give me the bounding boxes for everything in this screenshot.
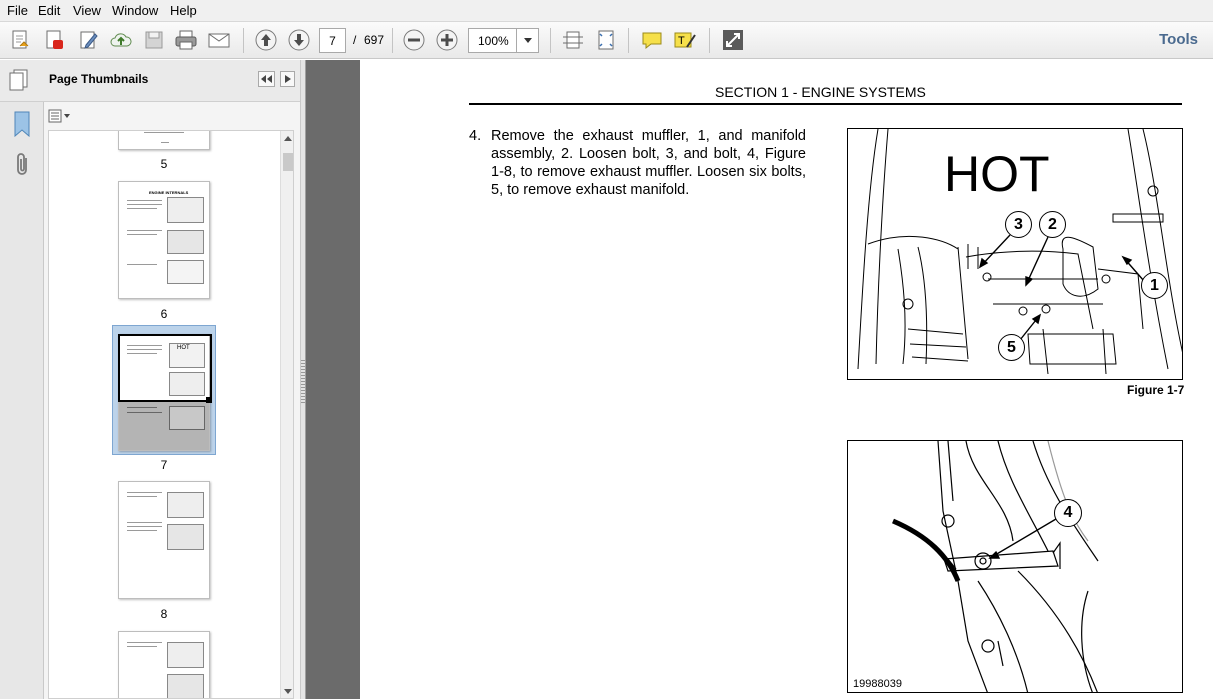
callout-2: 2 bbox=[1039, 211, 1066, 238]
callout-1: 1 bbox=[1141, 272, 1168, 299]
image-id: 19988039 bbox=[853, 678, 902, 690]
cloud-upload-icon[interactable] bbox=[109, 28, 133, 52]
bookmarks-icon[interactable] bbox=[8, 108, 36, 140]
scrollbar-thumb[interactable] bbox=[283, 153, 293, 171]
thumbnails-panel-header: Page Thumbnails bbox=[0, 60, 300, 102]
step-text: Remove the exhaust muffler, 1, and manif… bbox=[491, 128, 806, 198]
edit-page-icon[interactable] bbox=[77, 28, 101, 52]
next-page-icon[interactable] bbox=[287, 28, 311, 52]
pdf-file-icon[interactable] bbox=[43, 28, 67, 52]
thumbnail-page-9[interactable] bbox=[118, 631, 210, 698]
toolbar-separator bbox=[243, 28, 244, 53]
double-chevron-left-icon bbox=[261, 75, 272, 83]
viewport-resize-handle[interactable] bbox=[206, 397, 212, 403]
step-number: 4. bbox=[469, 128, 482, 144]
toolbar-separator bbox=[392, 28, 393, 53]
section-header: SECTION 1 - ENGINE SYSTEMS bbox=[715, 84, 926, 100]
tools-button[interactable]: Tools bbox=[1159, 31, 1198, 48]
document-page: SECTION 1 - ENGINE SYSTEMS 4. Remove the… bbox=[360, 60, 1213, 699]
thumbnail-page-5[interactable] bbox=[118, 131, 210, 150]
muffler-bolt-illustration bbox=[892, 441, 1099, 692]
expand-panel-button[interactable] bbox=[280, 71, 295, 87]
thumbnail-label: 5 bbox=[160, 157, 168, 171]
fit-page-icon[interactable] bbox=[594, 28, 618, 52]
thumbnail-scrollbar[interactable] bbox=[280, 131, 293, 698]
zoom-in-icon[interactable] bbox=[435, 28, 459, 52]
thumbnail-options-button[interactable] bbox=[48, 107, 76, 125]
thumbnail-viewport-box[interactable] bbox=[118, 334, 212, 402]
thumbnail-heading: ENGINE INTERNALS bbox=[149, 190, 189, 195]
navigation-rail bbox=[0, 60, 44, 699]
menu-window[interactable]: Window bbox=[112, 3, 158, 18]
thumbnail-page-8[interactable] bbox=[118, 481, 210, 599]
thumbnail-label: 8 bbox=[160, 607, 168, 621]
zoom-out-icon[interactable] bbox=[402, 28, 426, 52]
comment-icon[interactable] bbox=[640, 28, 664, 52]
menu-bar: File Edit View Window Help bbox=[0, 0, 1213, 22]
page-total: 697 bbox=[364, 33, 385, 47]
create-pdf-icon[interactable] bbox=[9, 28, 33, 52]
figure-caption: Figure 1-7 bbox=[1127, 383, 1185, 397]
header-rule bbox=[469, 103, 1182, 105]
thumbnail-list[interactable]: 5 ENGINE INTERNALS 6 HOT 7 8 bbox=[48, 130, 294, 699]
svg-text:T: T bbox=[678, 35, 685, 47]
highlight-text-icon[interactable]: T bbox=[673, 28, 697, 52]
previous-page-icon[interactable] bbox=[254, 28, 278, 52]
options-menu-icon bbox=[48, 109, 70, 123]
scroll-up-icon[interactable] bbox=[284, 136, 292, 141]
menu-help[interactable]: Help bbox=[170, 3, 197, 18]
menu-edit[interactable]: Edit bbox=[38, 3, 60, 18]
toolbar-separator bbox=[550, 28, 551, 53]
menu-file[interactable]: File bbox=[7, 3, 28, 18]
figure-1-7-image: HOT 3 2 1 5 bbox=[847, 128, 1183, 380]
menu-view[interactable]: View bbox=[73, 3, 101, 18]
thumbnail-label: 7 bbox=[160, 458, 168, 472]
thumbnail-label: 6 bbox=[160, 307, 168, 321]
toolbar: 7 / 697 100% T Tools bbox=[0, 22, 1213, 59]
splitter-grip[interactable] bbox=[301, 360, 305, 404]
fit-width-icon[interactable] bbox=[561, 28, 585, 52]
page-number-input[interactable]: 7 bbox=[319, 28, 346, 53]
callout-5: 5 bbox=[998, 334, 1025, 361]
email-icon[interactable] bbox=[207, 28, 231, 52]
toolbar-separator bbox=[709, 28, 710, 53]
collapse-panel-button[interactable] bbox=[258, 71, 275, 87]
figure-1-8-image: 4 19988039 bbox=[847, 440, 1183, 693]
chevron-right-icon bbox=[284, 75, 291, 83]
callout-4: 4 bbox=[1054, 499, 1082, 527]
pages-icon[interactable] bbox=[8, 68, 32, 92]
attachments-icon[interactable] bbox=[8, 150, 36, 180]
callout-3: 3 bbox=[1005, 211, 1032, 238]
scroll-down-icon[interactable] bbox=[284, 689, 292, 694]
save-icon[interactable] bbox=[142, 28, 166, 52]
fullscreen-icon[interactable] bbox=[721, 28, 745, 52]
chevron-down-icon bbox=[523, 38, 532, 43]
print-icon[interactable] bbox=[174, 28, 198, 52]
page-separator: / bbox=[353, 33, 357, 47]
document-gutter bbox=[300, 60, 360, 699]
panel-title: Page Thumbnails bbox=[49, 72, 149, 86]
thumbnail-page-6[interactable]: ENGINE INTERNALS bbox=[118, 181, 210, 299]
zoom-dropdown[interactable] bbox=[517, 28, 539, 53]
toolbar-separator bbox=[628, 28, 629, 53]
zoom-input[interactable]: 100% bbox=[468, 28, 517, 53]
